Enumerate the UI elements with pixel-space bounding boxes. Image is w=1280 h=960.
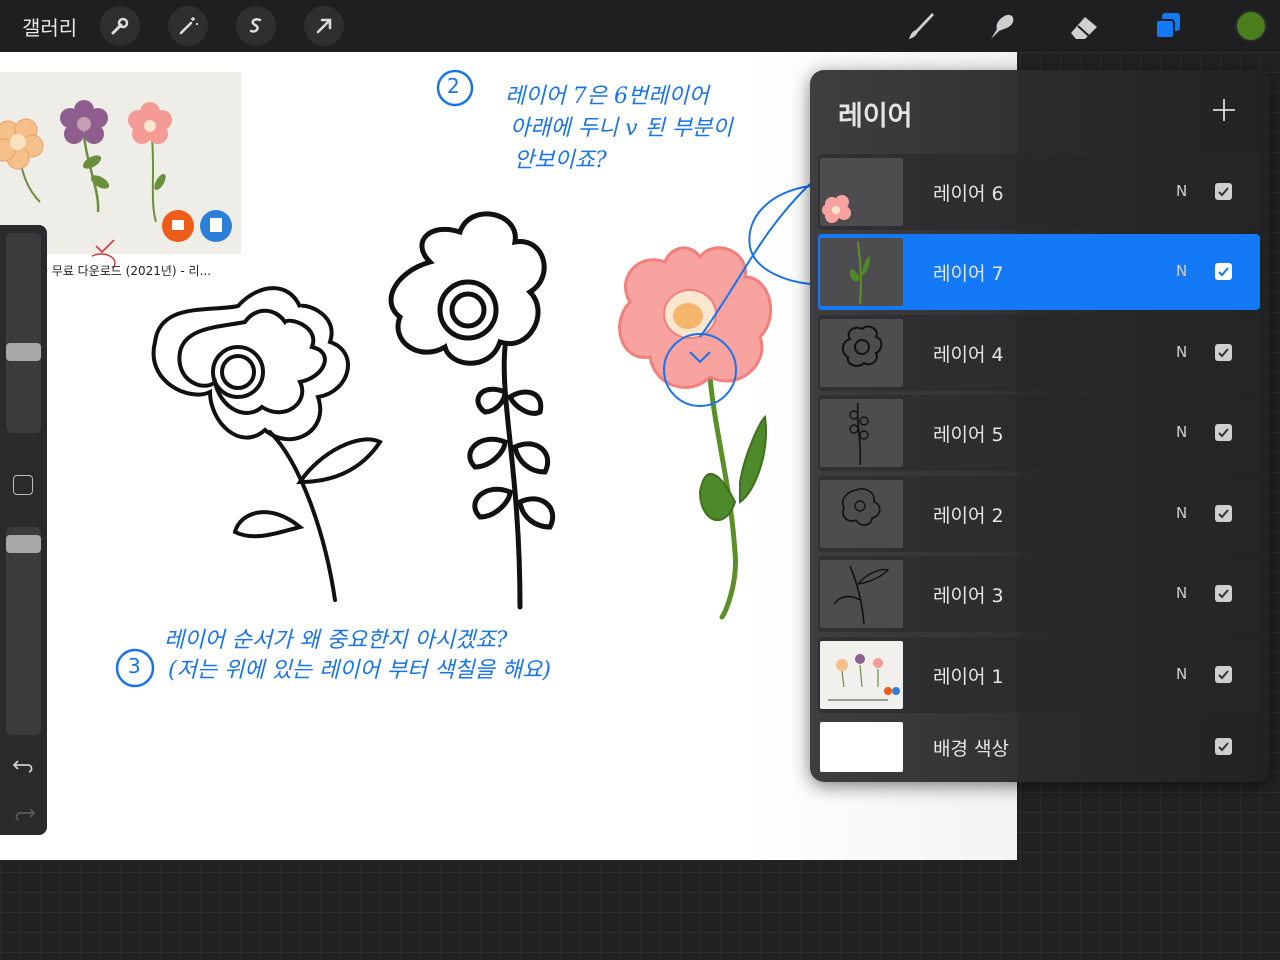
layer-thumbnail	[820, 641, 903, 709]
layer-thumbnail	[820, 319, 903, 387]
layer-name: 레이어 6	[933, 183, 1004, 205]
gallery-button[interactable]: 갤러리	[22, 12, 77, 41]
layer-row-7[interactable]: 레이어 7 N	[818, 234, 1260, 310]
opacity-slider[interactable]	[6, 527, 41, 735]
layer-row-6[interactable]: 레이어 6 N	[818, 154, 1260, 230]
layer-thumbnail	[820, 238, 903, 306]
visibility-checkbox[interactable]	[1215, 263, 1232, 280]
blend-mode-button[interactable]: N	[1176, 343, 1187, 361]
top-toolbar: 갤러리	[0, 0, 1280, 52]
selection-icon[interactable]	[236, 6, 276, 46]
brush-icon[interactable]	[902, 8, 938, 44]
layer-row-background[interactable]: 배경 색상	[818, 718, 1260, 794]
note-3-number: 3	[128, 654, 141, 678]
undo-icon[interactable]	[12, 753, 36, 777]
visibility-checkbox[interactable]	[1215, 344, 1232, 361]
opacity-handle[interactable]	[6, 535, 41, 553]
magic-wand-icon[interactable]	[168, 6, 208, 46]
layer-row-5[interactable]: 레이어 5 N	[818, 395, 1260, 471]
blend-mode-button[interactable]: N	[1176, 504, 1187, 522]
note-2-line-3: 안보이죠?	[514, 148, 607, 173]
note-3-line-1: 레이어 순서가 왜 중요한지 아시겠죠?	[164, 628, 508, 653]
layer-name: 레이어 2	[933, 505, 1004, 527]
layers-panel: 레이어 레이어 6 N 레이어 7 N 레이어 4 N 레이어 5 N 레이어 …	[810, 70, 1270, 782]
layer-name: 레이어 4	[933, 344, 1004, 366]
layer-thumbnail	[820, 560, 903, 628]
modify-button[interactable]	[13, 475, 33, 495]
blend-mode-button[interactable]: N	[1176, 262, 1187, 280]
layer-thumbnail	[820, 158, 903, 226]
layer-name: 레이어 1	[933, 666, 1004, 688]
blend-mode-button[interactable]: N	[1176, 584, 1187, 602]
left-sidebar	[0, 225, 47, 835]
brush-size-handle[interactable]	[6, 343, 41, 361]
transform-arrow-icon[interactable]	[304, 6, 344, 46]
layer-name: 레이어 5	[933, 424, 1004, 446]
redo-icon[interactable]	[12, 801, 36, 825]
note-2-line-2: 아래에 두니 v 된 부분이	[510, 116, 733, 141]
note-2-line-1: 레이어 7은 6번레이어	[505, 84, 709, 109]
smudge-icon[interactable]	[984, 8, 1020, 44]
brush-size-slider[interactable]	[6, 233, 41, 433]
note-2-number: 2	[447, 74, 460, 98]
layer-name: 레이어 7	[933, 263, 1004, 285]
wrench-icon[interactable]	[100, 6, 140, 46]
visibility-checkbox[interactable]	[1215, 666, 1232, 683]
layer-row-4[interactable]: 레이어 4 N	[818, 315, 1260, 391]
blend-mode-button[interactable]: N	[1176, 665, 1187, 683]
layer-name: 배경 색상	[933, 738, 1009, 760]
note-3-line-2: (저는 위에 있는 레이어 부터 색칠을 해요)	[168, 658, 551, 683]
add-layer-icon[interactable]	[1210, 96, 1238, 124]
layer-row-3[interactable]: 레이어 3 N	[818, 556, 1260, 632]
eraser-icon[interactable]	[1066, 8, 1102, 44]
layer-thumbnail	[820, 480, 903, 548]
visibility-checkbox[interactable]	[1215, 505, 1232, 522]
layers-icon[interactable]	[1150, 8, 1186, 44]
layer-row-1[interactable]: 레이어 1 N	[818, 637, 1260, 713]
blend-mode-button[interactable]: N	[1176, 182, 1187, 200]
visibility-checkbox[interactable]	[1215, 585, 1232, 602]
visibility-checkbox[interactable]	[1215, 424, 1232, 441]
layer-row-2[interactable]: 레이어 2 N	[818, 476, 1260, 552]
background-color-swatch	[820, 722, 903, 772]
visibility-checkbox[interactable]	[1215, 738, 1232, 755]
layer-name: 레이어 3	[933, 585, 1004, 607]
layer-thumbnail	[820, 399, 903, 467]
blend-mode-button[interactable]: N	[1176, 423, 1187, 441]
visibility-checkbox[interactable]	[1215, 183, 1232, 200]
layers-panel-title: 레이어	[838, 101, 913, 132]
color-picker-button[interactable]	[1235, 10, 1267, 42]
